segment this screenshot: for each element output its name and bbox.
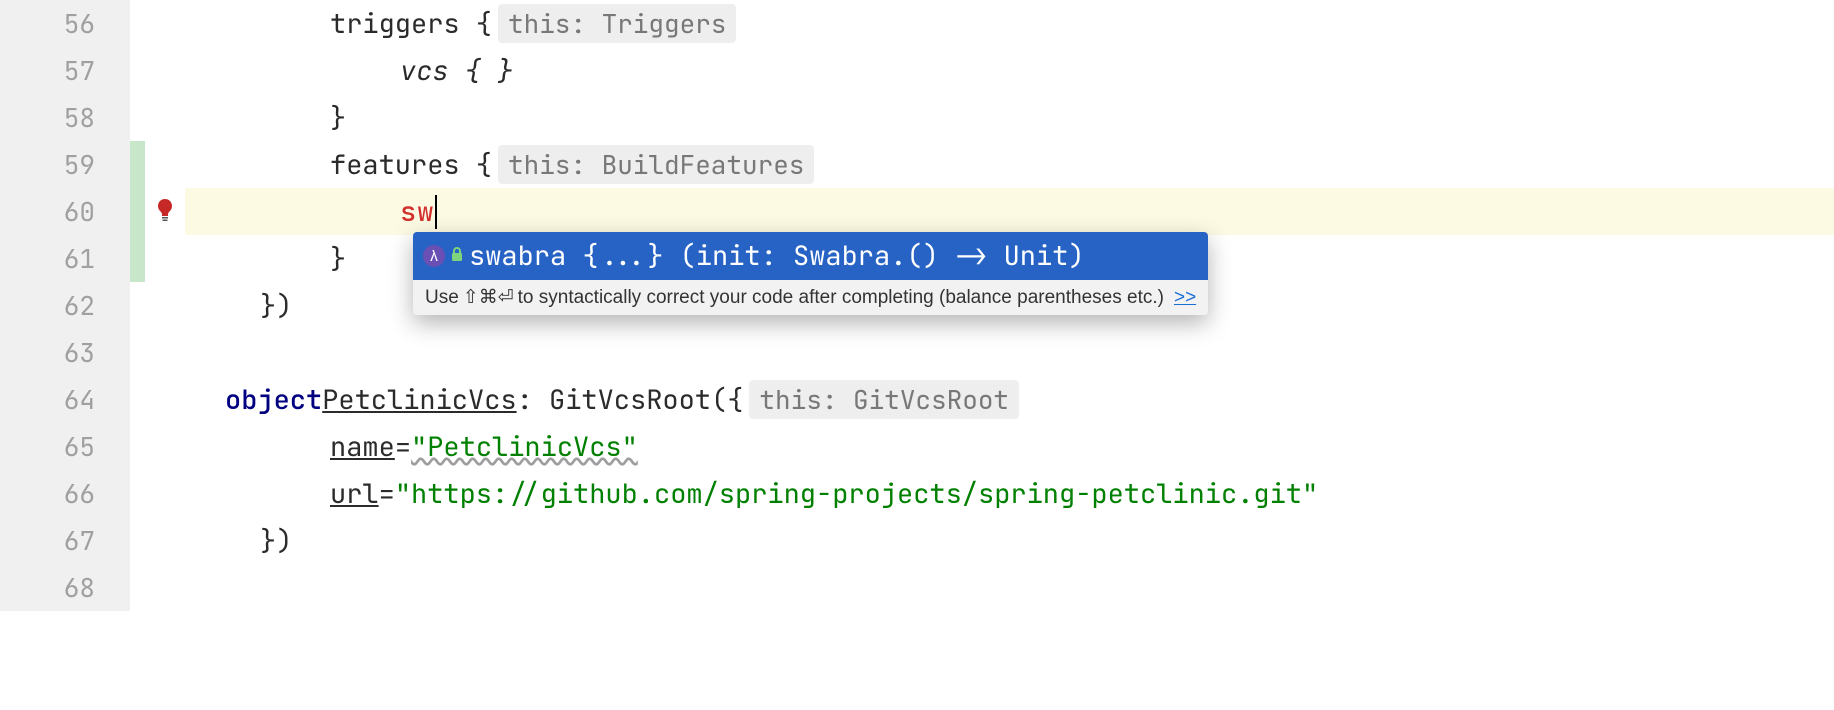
code-line[interactable]: 58 } [0,94,1834,141]
line-number: 67 [0,517,130,564]
code-token: } [330,241,346,277]
inlay-hint: this: BuildFeatures [498,145,814,184]
inlay-hint: this: GitVcsRoot [749,380,1019,419]
tip-more-link[interactable]: >> [1174,287,1196,309]
code-token: vcs { } [400,53,513,89]
text-caret [435,195,437,229]
completion-text: swabra {...} (init: Swabra.() -> Unit) [469,238,1085,274]
completion-item[interactable]: λ swabra {...} (init: Swabra.() -> Unit) [413,232,1208,280]
code-token: = [395,429,411,465]
code-token: = [379,476,395,512]
code-line[interactable]: 63 [0,329,1834,376]
code-line[interactable]: 57 vcs { } [0,47,1834,94]
inlay-hint: this: Triggers [498,4,736,43]
line-number: 63 [0,329,130,376]
line-number: 57 [0,47,130,94]
tip-text-post: to syntactically correct your code after… [518,287,1164,309]
property-token: url [330,476,379,512]
code-token: triggers { [330,6,492,42]
line-number: 68 [0,564,130,611]
line-number: 59 [0,141,130,188]
line-number: 60 [0,188,130,235]
code-line[interactable]: 64 object PetclinicVcs : GitVcsRoot({ th… [0,376,1834,423]
error-token: sw [400,194,434,230]
line-number: 61 [0,235,130,282]
line-number: 65 [0,423,130,470]
line-number: 58 [0,94,130,141]
code-token: features { [330,147,492,183]
lambda-icon: λ [423,245,445,267]
lock-icon [451,247,463,266]
line-number: 56 [0,0,130,47]
code-line[interactable]: 59 features { this: BuildFeatures [0,141,1834,188]
line-number: 62 [0,282,130,329]
identifier-token: PetclinicVcs [322,382,516,418]
string-token: "PetclinicVcs" [411,429,638,465]
line-number: 66 [0,470,130,517]
tip-text-pre: Use [425,287,459,309]
code-line[interactable]: 65 name = "PetclinicVcs" [0,423,1834,470]
code-token: }) [260,288,292,324]
keyboard-shortcut: ⇧⌘⏎ [463,286,514,309]
code-line[interactable]: 56 triggers { this: Triggers [0,0,1834,47]
line-number: 64 [0,376,130,423]
code-token: : GitVcsRoot({ [517,382,744,418]
completion-tip: Use ⇧⌘⏎ to syntactically correct your co… [413,280,1208,315]
code-line[interactable]: 66 url = "https://github.com/spring-proj… [0,470,1834,517]
keyword-token: object [225,382,322,418]
code-completion-popup: λ swabra {...} (init: Swabra.() -> Unit)… [413,232,1208,315]
code-token: }) [260,523,292,559]
code-editor[interactable]: 56 triggers { this: Triggers 57 vcs { } … [0,0,1834,611]
code-line-active[interactable]: 60 sw [0,188,1834,235]
string-token: "https://github.com/spring-projects/spri… [395,476,1318,512]
code-line[interactable]: 68 [0,564,1834,611]
code-token: } [330,100,346,136]
property-token: name [330,429,395,465]
code-line[interactable]: 61 } λ swabra {...} (init: Swabra.() -> … [0,235,1834,282]
code-line[interactable]: 67 }) [0,517,1834,564]
intention-bulb-icon[interactable] [156,199,174,224]
